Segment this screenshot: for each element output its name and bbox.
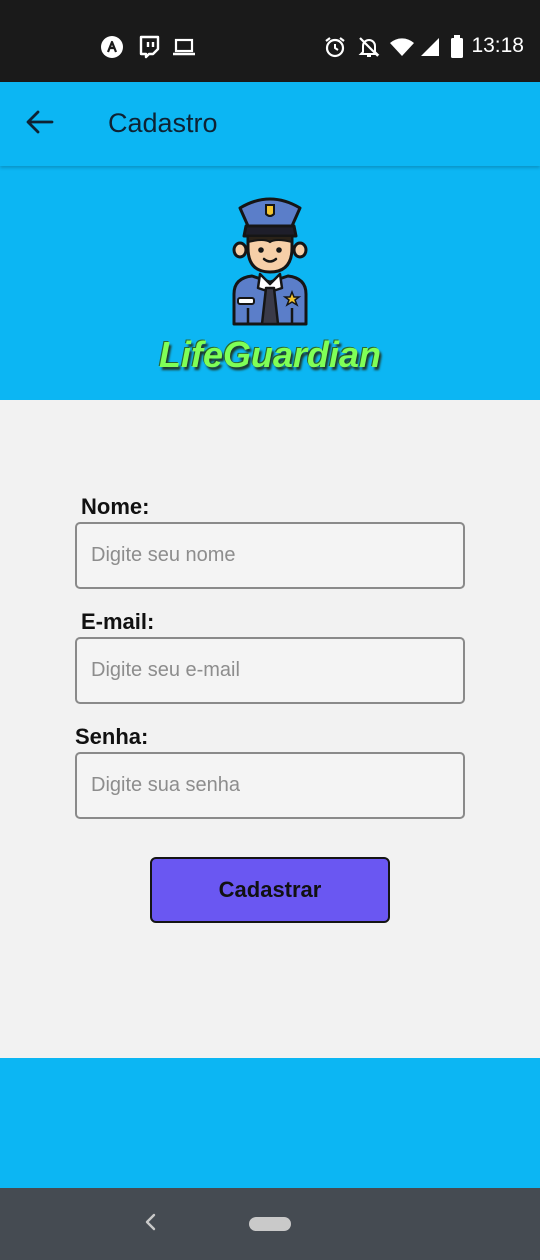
password-label: Senha: (75, 724, 149, 749)
home-pill-icon[interactable] (249, 1217, 291, 1231)
app-bar: Cadastro (0, 82, 540, 166)
back-button[interactable] (14, 98, 66, 150)
twitch-icon (137, 35, 161, 59)
app-notification-icon (99, 35, 125, 59)
alarm-icon (323, 35, 347, 59)
name-field[interactable] (75, 522, 465, 589)
nav-back-button[interactable] (136, 1210, 164, 1238)
status-bar: 13:18 (0, 0, 540, 82)
password-field[interactable] (75, 752, 465, 819)
registration-form: Nome: E-mail: Senha: Cadastrar (0, 400, 540, 1058)
battery-icon (449, 35, 465, 59)
arrow-left-icon (26, 110, 54, 139)
email-label: E-mail: (81, 609, 155, 634)
name-label: Nome: (81, 494, 150, 519)
page-title: Cadastro (108, 108, 218, 138)
status-time: 13:18 (471, 34, 524, 57)
nav-back-icon (143, 1212, 157, 1237)
system-nav-bar (0, 1188, 540, 1260)
footer (0, 1058, 540, 1188)
laptop-icon (172, 35, 196, 59)
police-officer-icon (226, 192, 314, 332)
logo-banner: LifeGuardian (0, 166, 540, 400)
notifications-off-icon (357, 35, 381, 59)
submit-button[interactable]: Cadastrar (150, 857, 390, 923)
wifi-icon (389, 35, 415, 59)
cell-signal-icon (419, 35, 441, 59)
logo-text: LifeGuardian (158, 334, 382, 375)
email-field[interactable] (75, 637, 465, 704)
